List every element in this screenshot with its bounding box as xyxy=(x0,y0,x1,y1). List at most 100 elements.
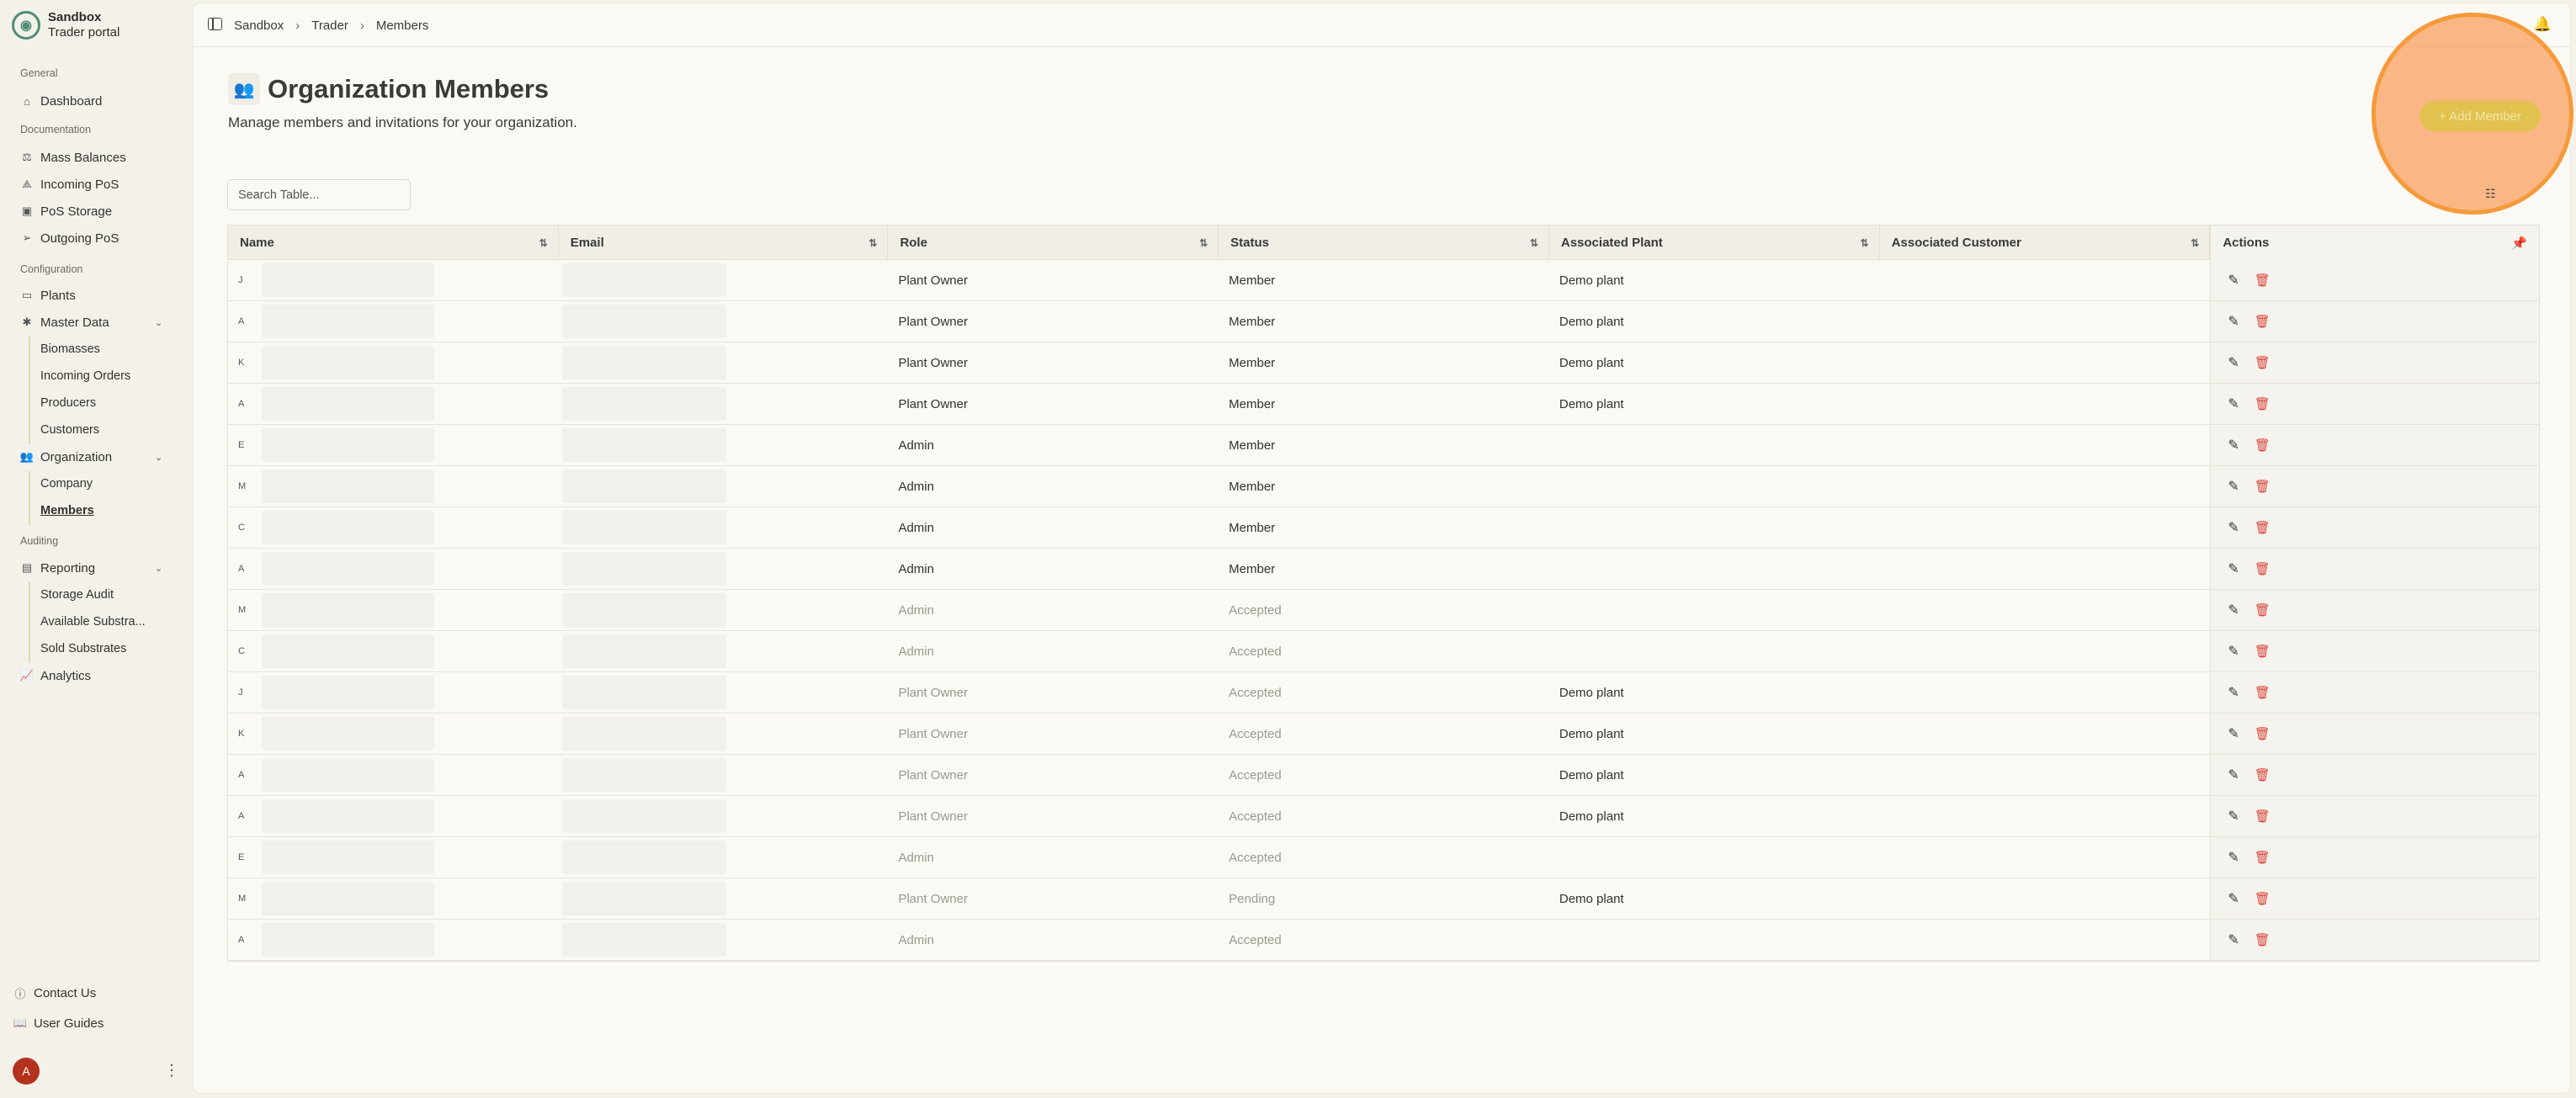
pencil-icon[interactable]: ✎ xyxy=(2228,437,2239,454)
sidebar-item-dashboard[interactable]: ⌂ Dashboard xyxy=(20,90,102,112)
trash-icon[interactable]: 🗑 xyxy=(2255,809,2271,824)
trash-icon[interactable]: 🗑 xyxy=(2255,891,2271,906)
sidebar-item-producers[interactable]: Producers xyxy=(40,393,96,413)
sidebar-item-sold-substrates[interactable]: Sold Substrates xyxy=(40,639,126,659)
sidebar-item-reporting[interactable]: ▤ Reporting ⌄ xyxy=(20,557,162,579)
cell-name: A xyxy=(228,796,559,836)
avatar[interactable]: A xyxy=(13,1058,40,1085)
sidebar-item-storage-audit[interactable]: Storage Audit xyxy=(40,585,114,605)
trash-icon[interactable]: 🗑 xyxy=(2255,479,2271,494)
pencil-icon[interactable]: ✎ xyxy=(2228,890,2239,907)
send-icon: ➢ xyxy=(22,231,32,244)
column-header-plant[interactable]: Associated Plant ⇅ xyxy=(1549,225,1880,260)
trash-icon[interactable]: 🗑 xyxy=(2255,396,2271,411)
redacted-email xyxy=(561,511,726,544)
trash-icon[interactable]: 🗑 xyxy=(2255,602,2271,618)
sidebar-item-user-guides[interactable]: 📖 User Guides xyxy=(13,1012,104,1034)
table-header: Name ⇅ Email ⇅ Role ⇅ Status ⇅ Associated Pl… xyxy=(228,225,2540,260)
pencil-icon[interactable]: ✎ xyxy=(2228,725,2239,742)
sidebar-item-incoming-pos[interactable]: ⟁ Incoming PoS xyxy=(20,173,119,195)
sort-icon[interactable]: ⇅ xyxy=(868,237,877,249)
redacted-name xyxy=(262,387,434,421)
pencil-icon[interactable]: ✎ xyxy=(2228,560,2239,577)
sort-icon[interactable]: ⇅ xyxy=(1530,237,1538,249)
trash-icon[interactable]: 🗑 xyxy=(2255,561,2271,576)
sidebar-item-outgoing-pos[interactable]: ➢ Outgoing PoS xyxy=(20,227,120,249)
sidebar-item-company[interactable]: Company xyxy=(40,474,93,494)
sidebar-item-biomasses[interactable]: Biomasses xyxy=(40,339,100,359)
cell-status: Accepted xyxy=(1229,850,1282,865)
pencil-icon[interactable]: ✎ xyxy=(2228,849,2239,866)
column-header-status[interactable]: Status ⇅ xyxy=(1219,225,1549,260)
cell-actions: ✎ 🗑 xyxy=(2210,631,2540,671)
cell-name: E xyxy=(228,837,559,878)
breadcrumb-item[interactable]: Sandbox xyxy=(234,19,284,33)
trash-icon[interactable]: 🗑 xyxy=(2255,520,2271,535)
column-header-email[interactable]: Email ⇅ xyxy=(559,225,889,260)
sidebar-item-label: Reporting xyxy=(40,560,96,576)
pencil-icon[interactable]: ✎ xyxy=(2228,602,2239,618)
sidebar-item-mass-balances[interactable]: ⚖ Mass Balances xyxy=(20,146,126,168)
chart-icon: 📈 xyxy=(19,669,35,682)
pencil-icon[interactable]: ✎ xyxy=(2228,272,2239,289)
sidebar-toggle-icon[interactable] xyxy=(208,18,222,30)
cell-plant xyxy=(1549,837,1880,878)
trash-icon[interactable]: 🗑 xyxy=(2255,685,2271,700)
sort-icon[interactable]: ⇅ xyxy=(1199,237,1208,249)
view-options-icon[interactable]: ☷ xyxy=(2485,187,2496,201)
trash-icon[interactable]: 🗑 xyxy=(2255,438,2271,453)
pencil-icon[interactable]: ✎ xyxy=(2228,766,2239,783)
column-header-customer[interactable]: Associated Customer ⇅ xyxy=(1880,225,2211,260)
sidebar-item-contact-us[interactable]: ⓘ Contact Us xyxy=(13,982,96,1004)
member-initial: K xyxy=(238,729,245,739)
cell-customer xyxy=(1880,301,2211,342)
sidebar-item-master-data[interactable]: ✱ Master Data ⌄ xyxy=(20,311,163,333)
cell-status: Accepted xyxy=(1229,932,1282,947)
trash-icon[interactable]: 🗑 xyxy=(2255,355,2271,370)
pencil-icon[interactable]: ✎ xyxy=(2228,684,2239,701)
add-member-button[interactable]: + Add Member xyxy=(2419,101,2541,131)
sidebar-item-pos-storage[interactable]: ▣ PoS Storage xyxy=(20,200,112,222)
sidebar-item-plants[interactable]: ▭ Plants xyxy=(20,284,76,306)
pencil-icon[interactable]: ✎ xyxy=(2228,931,2239,948)
pencil-icon[interactable]: ✎ xyxy=(2228,478,2239,495)
pencil-icon[interactable]: ✎ xyxy=(2228,808,2239,825)
sort-icon[interactable]: ⇅ xyxy=(539,237,548,249)
pencil-icon[interactable]: ✎ xyxy=(2228,313,2239,330)
pencil-icon[interactable]: ✎ xyxy=(2228,395,2239,412)
more-vertical-icon[interactable]: ⋮ xyxy=(164,1062,179,1079)
cell-name: C xyxy=(228,507,559,548)
redacted-email xyxy=(561,428,726,462)
search-input[interactable] xyxy=(227,179,411,210)
column-header-name[interactable]: Name ⇅ xyxy=(228,225,559,260)
cell-plant: Demo plant xyxy=(1559,314,1624,329)
cell-email xyxy=(559,713,889,754)
sort-icon[interactable]: ⇅ xyxy=(1861,237,1869,249)
pin-icon[interactable]: 📌 xyxy=(2511,236,2527,251)
sidebar-item-members[interactable]: Members xyxy=(40,501,94,521)
brand[interactable]: ◉ Sandbox Trader portal xyxy=(12,10,120,40)
bell-icon[interactable]: 🔔 xyxy=(2534,16,2552,33)
pencil-icon[interactable]: ✎ xyxy=(2228,519,2239,536)
trash-icon[interactable]: 🗑 xyxy=(2255,767,2271,782)
sidebar-item-incoming-orders[interactable]: Incoming Orders xyxy=(40,366,130,386)
sidebar-item-analytics[interactable]: 📈 Analytics xyxy=(20,665,91,687)
cell-status: Accepted xyxy=(1229,644,1282,659)
pencil-icon[interactable]: ✎ xyxy=(2228,354,2239,371)
trash-icon[interactable]: 🗑 xyxy=(2255,726,2271,741)
breadcrumb-item[interactable]: Trader xyxy=(311,19,348,33)
trash-icon[interactable]: 🗑 xyxy=(2255,932,2271,947)
trash-icon[interactable]: 🗑 xyxy=(2255,314,2271,329)
redacted-name xyxy=(262,676,434,709)
pencil-icon[interactable]: ✎ xyxy=(2228,643,2239,660)
trash-icon[interactable]: 🗑 xyxy=(2255,273,2271,288)
trash-icon[interactable]: 🗑 xyxy=(2255,850,2271,865)
column-header-role[interactable]: Role ⇅ xyxy=(888,225,1219,260)
sidebar-item-available-substrates[interactable]: Available Substra... xyxy=(40,612,146,632)
sidebar-item-organization[interactable]: 👥 Organization ⌄ xyxy=(20,446,162,468)
sort-icon[interactable]: ⇅ xyxy=(2191,237,2199,249)
trash-icon[interactable]: 🗑 xyxy=(2255,644,2271,659)
sidebar-item-customers[interactable]: Customers xyxy=(40,420,99,440)
cell-email xyxy=(559,425,889,465)
redacted-email xyxy=(561,387,726,421)
